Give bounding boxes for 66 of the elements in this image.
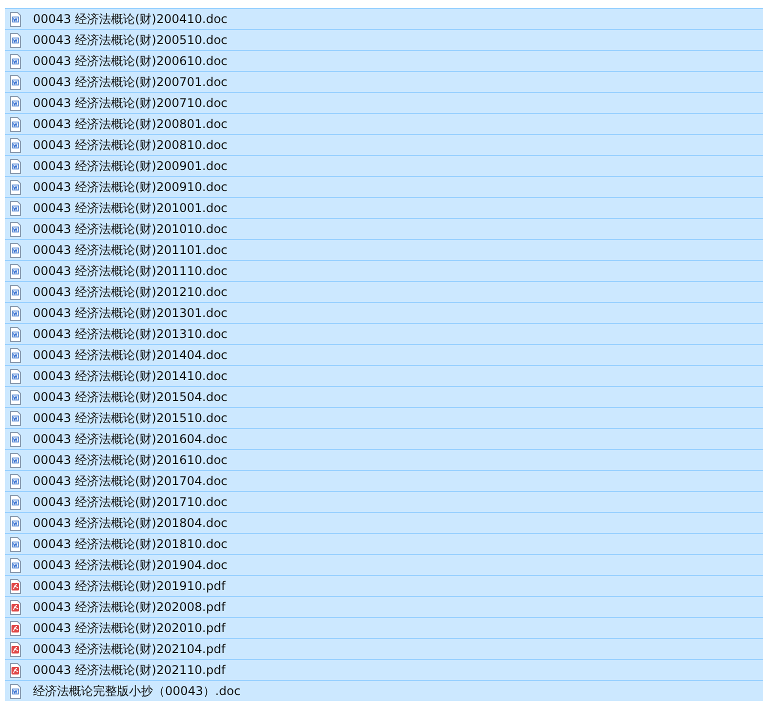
document-file-icon	[9, 96, 21, 110]
file-item[interactable]: 00043 经济法概论(财)200710.doc	[5, 92, 763, 113]
document-file-icon	[9, 432, 21, 446]
file-item[interactable]: 00043 经济法概论(财)200810.doc	[5, 134, 763, 155]
pdf-file-icon	[9, 642, 21, 656]
document-file-icon	[9, 180, 21, 194]
document-file-icon	[9, 74, 21, 90]
document-file-icon	[9, 54, 21, 68]
file-item[interactable]: 00043 经济法概论(财)200801.doc	[5, 113, 763, 134]
file-item[interactable]: 00043 经济法概论(财)202110.pdf	[5, 659, 763, 680]
pdf-file-icon	[9, 578, 21, 594]
file-item[interactable]: 00043 经济法概论(财)201610.doc	[5, 449, 763, 470]
file-item[interactable]: 00043 经济法概论(财)201504.doc	[5, 386, 763, 407]
file-item[interactable]: 00043 经济法概论(财)201404.doc	[5, 344, 763, 365]
document-file-icon	[9, 410, 21, 426]
file-item[interactable]: 经济法概论完整版小抄（00043）.doc	[5, 680, 763, 701]
file-item[interactable]: 00043 经济法概论(财)202008.pdf	[5, 596, 763, 617]
document-file-icon	[9, 32, 21, 48]
document-file-icon	[9, 494, 21, 510]
document-file-icon	[9, 474, 21, 488]
file-item[interactable]: 00043 经济法概论(财)201101.doc	[5, 239, 763, 260]
document-file-icon	[9, 222, 21, 236]
file-item[interactable]: 00043 经济法概论(财)201110.doc	[5, 260, 763, 281]
document-file-icon	[9, 200, 21, 216]
file-item[interactable]: 00043 经济法概论(财)201010.doc	[5, 218, 763, 239]
document-file-icon	[9, 158, 21, 174]
document-file-icon	[9, 536, 21, 552]
file-item[interactable]: 00043 经济法概论(财)200701.doc	[5, 71, 763, 92]
file-item[interactable]: 00043 经济法概论(财)201704.doc	[5, 470, 763, 491]
file-item[interactable]: 00043 经济法概论(财)201301.doc	[5, 302, 763, 323]
file-item[interactable]: 00043 经济法概论(财)200610.doc	[5, 50, 763, 71]
file-item[interactable]: 00043 经济法概论(财)200510.doc	[5, 29, 763, 50]
file-item[interactable]: 00043 经济法概论(财)201810.doc	[5, 533, 763, 554]
file-item[interactable]: 00043 经济法概论(财)201410.doc	[5, 365, 763, 386]
file-item[interactable]: 00043 经济法概论(财)201804.doc	[5, 512, 763, 533]
document-file-icon	[9, 452, 21, 468]
file-item[interactable]: 00043 经济法概论(财)201210.doc	[5, 281, 763, 302]
document-file-icon	[9, 116, 21, 132]
document-file-icon	[9, 138, 21, 152]
document-file-icon	[9, 684, 21, 698]
file-item[interactable]: 00043 经济法概论(财)201310.doc	[5, 323, 763, 344]
document-file-icon	[9, 306, 21, 320]
document-file-icon	[9, 242, 21, 258]
document-file-icon	[9, 390, 21, 404]
document-file-icon	[9, 516, 21, 530]
file-item[interactable]: 00043 经济法概论(财)201604.doc	[5, 428, 763, 449]
pdf-file-icon	[9, 620, 21, 636]
document-file-icon	[9, 558, 21, 572]
pdf-file-icon	[9, 600, 21, 614]
document-file-icon	[9, 326, 21, 342]
file-item[interactable]: 00043 经济法概论(财)201710.doc	[5, 491, 763, 512]
file-item[interactable]: 00043 经济法概论(财)200410.doc	[5, 8, 763, 29]
document-file-icon	[9, 264, 21, 278]
file-item[interactable]: 00043 经济法概论(财)201910.pdf	[5, 575, 763, 596]
pdf-file-icon	[9, 662, 21, 678]
file-item[interactable]: 00043 经济法概论(财)201510.doc	[5, 407, 763, 428]
document-file-icon	[9, 368, 21, 384]
document-file-icon	[9, 12, 21, 26]
file-item[interactable]: 00043 经济法概论(财)201904.doc	[5, 554, 763, 575]
document-file-icon	[9, 348, 21, 362]
file-item[interactable]: 00043 经济法概论(财)201001.doc	[5, 197, 763, 218]
file-item[interactable]: 00043 经济法概论(财)202104.pdf	[5, 638, 763, 659]
file-item[interactable]: 00043 经济法概论(财)200910.doc	[5, 176, 763, 197]
file-item[interactable]: 00043 经济法概论(财)200901.doc	[5, 155, 763, 176]
document-file-icon	[9, 284, 21, 300]
file-item[interactable]: 00043 经济法概论(财)202010.pdf	[5, 617, 763, 638]
